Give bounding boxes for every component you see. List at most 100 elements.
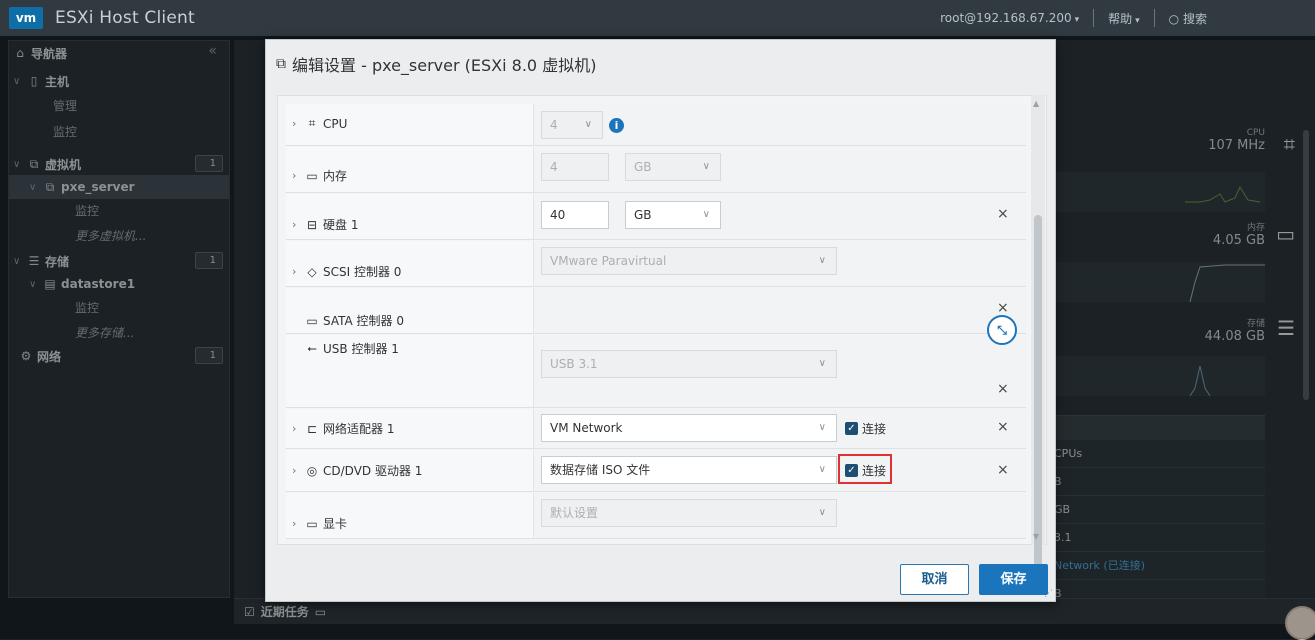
search-button[interactable]: ○ 搜索 bbox=[1169, 10, 1207, 27]
collapse-expand-icon[interactable]: ⤡ bbox=[987, 315, 1017, 345]
hardware-list: › ⌗ CPU 4 ∨ i › ▭ 内存 4 GB ∨ › ⊟ 硬盘 1 40 … bbox=[277, 95, 1047, 545]
input-value: 4 bbox=[550, 160, 558, 174]
cdrom-connect-checkbox[interactable]: ✓ 连接 bbox=[845, 462, 886, 479]
form-scrollbar[interactable]: ▲ ▼ bbox=[1031, 95, 1045, 575]
disk-label[interactable]: › ⊟ 硬盘 1 bbox=[292, 216, 358, 233]
disk-size-input[interactable]: 40 bbox=[541, 201, 609, 229]
chevron-down-icon: ∨ bbox=[584, 119, 592, 130]
network-adapter-label[interactable]: › ⊏ 网络适配器 1 bbox=[292, 420, 394, 437]
cdrom-source-select[interactable]: 数据存储 ISO 文件 ∨ bbox=[541, 456, 837, 484]
row-value-cell: 默认设置 ∨ bbox=[535, 493, 1026, 538]
chevron-right-icon: › bbox=[292, 422, 297, 435]
row-scsi: › ◇ SCSI 控制器 0 VMware Paravirtual ∨ bbox=[286, 241, 1026, 287]
remove-network-button[interactable]: × bbox=[997, 419, 1009, 435]
row-label-cell: › ▭ 显卡 bbox=[286, 493, 534, 538]
select-value: 4 bbox=[550, 118, 558, 132]
select-value: VMware Paravirtual bbox=[550, 254, 667, 268]
row-memory: › ▭ 内存 4 GB ∨ bbox=[286, 147, 1026, 193]
input-value: 40 bbox=[550, 208, 566, 222]
usb-icon: ⭠ bbox=[307, 341, 317, 355]
app-title: ESXi Host Client bbox=[55, 8, 195, 28]
label-text: 显卡 bbox=[323, 517, 348, 531]
scrollbar-thumb[interactable] bbox=[1034, 215, 1042, 575]
chevron-down-icon: ▾ bbox=[1074, 15, 1080, 25]
remove-usb-button[interactable]: × bbox=[997, 381, 1009, 397]
help-label: 帮助 bbox=[1108, 11, 1133, 26]
memory-unit-select[interactable]: GB ∨ bbox=[625, 153, 721, 181]
chevron-down-icon: ∨ bbox=[818, 422, 826, 433]
scsi-icon: ◇ bbox=[307, 264, 317, 279]
row-network-adapter: › ⊏ 网络适配器 1 VM Network ∨ ✓ 连接 × bbox=[286, 409, 1026, 449]
row-cdrom: › ◎ CD/DVD 驱动器 1 数据存储 ISO 文件 ∨ ✓ 连接 × bbox=[286, 450, 1026, 492]
scroll-down-icon[interactable]: ▼ bbox=[1033, 532, 1039, 541]
cdrom-label[interactable]: › ◎ CD/DVD 驱动器 1 bbox=[292, 462, 422, 479]
divider bbox=[1093, 9, 1095, 27]
row-label-cell: › ⊟ 硬盘 1 bbox=[286, 194, 534, 239]
vmware-logo: vm bbox=[9, 7, 43, 29]
checkbox-checked-icon: ✓ bbox=[845, 464, 858, 477]
label-text: 内存 bbox=[323, 169, 348, 183]
remove-sata-button[interactable]: × bbox=[997, 300, 1009, 316]
sata-icon: ▭ bbox=[306, 313, 318, 328]
memory-input[interactable]: 4 bbox=[541, 153, 609, 181]
chevron-right-icon: › bbox=[292, 218, 297, 231]
scsi-label[interactable]: › ◇ SCSI 控制器 0 bbox=[292, 263, 401, 280]
sata-label: ▭ SATA 控制器 0 bbox=[304, 312, 404, 329]
row-value-cell: USB 3.1 ∨ × bbox=[535, 335, 1026, 407]
label-text: 网络适配器 1 bbox=[323, 422, 395, 436]
select-value: GB bbox=[634, 160, 652, 174]
memory-icon: ▭ bbox=[306, 168, 318, 183]
search-icon: ○ bbox=[1168, 11, 1180, 26]
row-label-cell: › ⌗ CPU bbox=[286, 104, 534, 145]
help-menu[interactable]: 帮助 ▾ bbox=[1108, 10, 1140, 27]
vm-icon: ⧉ bbox=[276, 56, 286, 72]
resize-handle-icon[interactable]: ⋰ bbox=[1044, 589, 1053, 599]
cpu-select[interactable]: 4 ∨ bbox=[541, 111, 603, 139]
cpu-label[interactable]: › ⌗ CPU bbox=[292, 116, 347, 131]
row-label-cell: ▭ SATA 控制器 0 bbox=[286, 288, 534, 333]
label-text: SCSI 控制器 0 bbox=[323, 265, 402, 279]
network-select[interactable]: VM Network ∨ bbox=[541, 414, 837, 442]
row-label-cell: ⭠ USB 控制器 1 bbox=[286, 335, 534, 407]
remove-cdrom-button[interactable]: × bbox=[997, 462, 1009, 478]
checkbox-checked-icon: ✓ bbox=[845, 422, 858, 435]
row-value-cell: 40 GB ∨ × bbox=[535, 194, 1026, 239]
top-bar: vm ESXi Host Client root@192.168.67.200 ▾… bbox=[0, 0, 1315, 36]
select-value: GB bbox=[634, 208, 652, 222]
memory-label[interactable]: › ▭ 内存 bbox=[292, 167, 347, 184]
label-text: 硬盘 1 bbox=[323, 218, 359, 232]
remove-disk-button[interactable]: × bbox=[997, 206, 1009, 222]
row-label-cell: › ⊏ 网络适配器 1 bbox=[286, 409, 534, 448]
usb-type-select[interactable]: USB 3.1 ∨ bbox=[541, 350, 837, 378]
dialog-title-text: 编辑设置 - pxe_server (ESXi 8.0 虚拟机) bbox=[292, 56, 597, 75]
checkbox-label: 连接 bbox=[862, 422, 887, 436]
row-usb: ⭠ USB 控制器 1 USB 3.1 ∨ × bbox=[286, 335, 1026, 408]
label-text: USB 控制器 1 bbox=[323, 342, 399, 356]
disk-unit-select[interactable]: GB ∨ bbox=[625, 201, 721, 229]
scsi-type-select[interactable]: VMware Paravirtual ∨ bbox=[541, 247, 837, 275]
dialog-title: ⧉ 编辑设置 - pxe_server (ESXi 8.0 虚拟机) bbox=[276, 52, 596, 76]
chevron-down-icon: ▾ bbox=[1135, 15, 1140, 26]
network-adapter-icon: ⊏ bbox=[306, 421, 318, 436]
video-settings-select[interactable]: 默认设置 ∨ bbox=[541, 499, 837, 527]
chevron-down-icon: ∨ bbox=[818, 255, 826, 266]
row-value-cell: 4 ∨ i bbox=[535, 104, 1026, 145]
select-value: USB 3.1 bbox=[550, 357, 598, 371]
row-value-cell: VMware Paravirtual ∨ bbox=[535, 241, 1026, 286]
chevron-down-icon: ∨ bbox=[702, 161, 710, 172]
edit-settings-dialog: ⧉ 编辑设置 - pxe_server (ESXi 8.0 虚拟机) › ⌗ C… bbox=[265, 39, 1056, 602]
user-label: root@192.168.67.200 bbox=[940, 11, 1072, 25]
divider bbox=[1153, 9, 1155, 27]
scroll-up-icon[interactable]: ▲ bbox=[1033, 99, 1039, 108]
chevron-right-icon: › bbox=[292, 464, 297, 477]
user-menu[interactable]: root@192.168.67.200 ▾ bbox=[940, 11, 1079, 25]
row-value-cell: 4 GB ∨ bbox=[535, 147, 1026, 192]
chevron-right-icon: › bbox=[292, 265, 297, 278]
network-connect-checkbox[interactable]: ✓ 连接 bbox=[845, 420, 886, 437]
row-value-cell: 数据存储 ISO 文件 ∨ ✓ 连接 × bbox=[535, 450, 1026, 491]
info-icon[interactable]: i bbox=[609, 118, 624, 133]
cancel-button[interactable]: 取消 bbox=[900, 564, 969, 595]
usb-label: ⭠ USB 控制器 1 bbox=[304, 340, 399, 357]
video-card-label[interactable]: › ▭ 显卡 bbox=[292, 515, 347, 532]
save-button[interactable]: 保存 bbox=[979, 564, 1048, 595]
